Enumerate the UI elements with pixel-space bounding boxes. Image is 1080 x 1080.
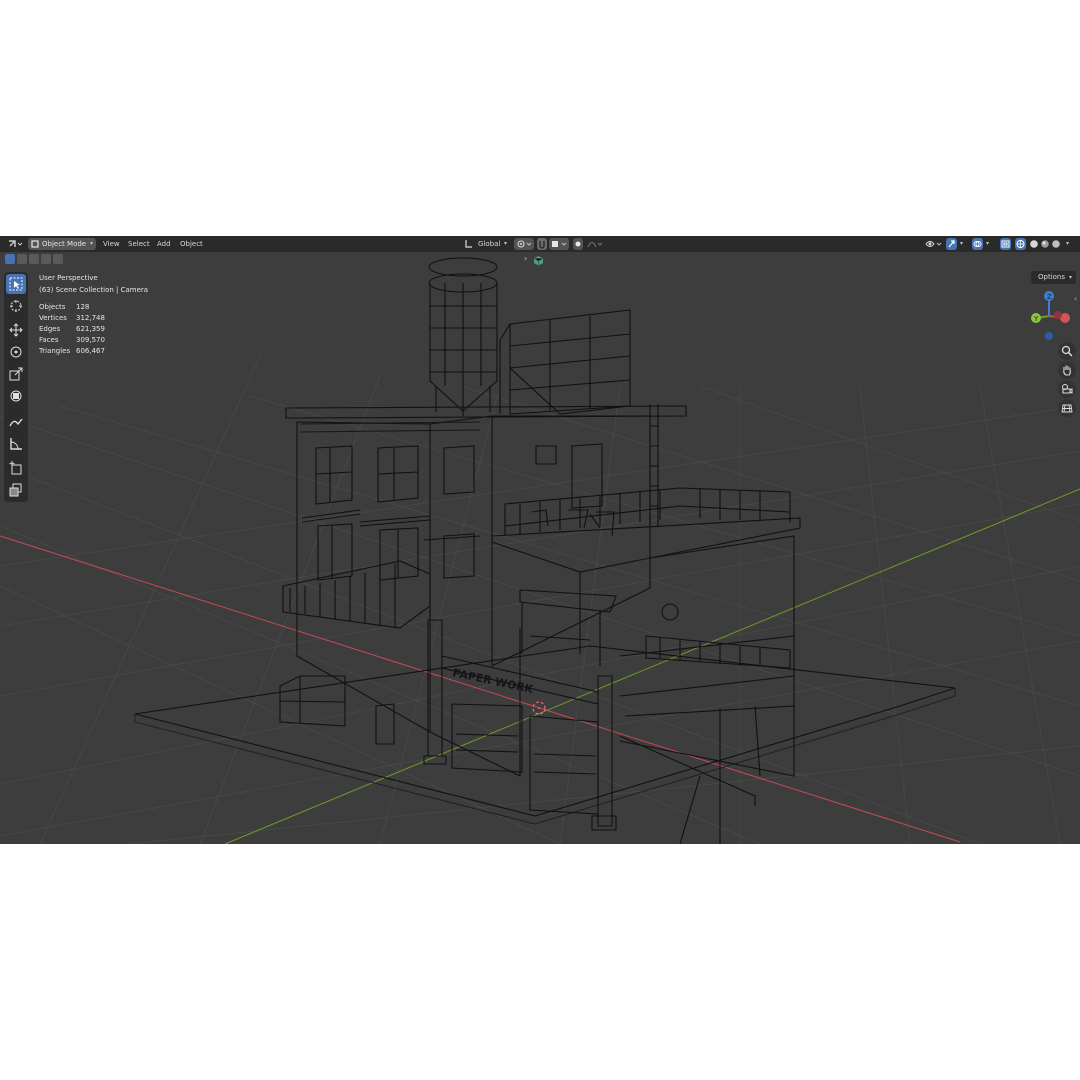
menu-view[interactable]: View [103,236,120,252]
options-dropdown[interactable]: Options ▾ [1031,271,1076,284]
stat-value: 312,748 [76,314,105,322]
orientation-icon [464,236,474,252]
stat-label: Edges [39,325,61,333]
snap-toggle-button[interactable] [537,238,547,250]
select-mode-invert[interactable] [41,254,51,264]
stat-value: 309,570 [76,336,105,344]
pan-hand-button[interactable] [1058,361,1076,379]
storefront-sign: PAPER WORK [451,666,534,696]
shading-solid-button[interactable] [1029,236,1039,252]
gizmo-toggle-button[interactable] [946,238,957,250]
select-mode-intersect[interactable] [53,254,63,264]
rotate-tool-button[interactable] [6,342,26,362]
add-cube-tool-button[interactable] [6,458,26,478]
falloff-icon[interactable] [586,236,604,252]
gizmo-y-label: Y [1033,315,1039,323]
chevron-down-icon: ▾ [89,240,93,247]
mode-dropdown[interactable]: Object Mode ▾ [28,238,96,250]
stat-label: Objects [39,303,66,311]
select-mode-extend[interactable] [17,254,27,264]
camera-view-button[interactable] [1058,380,1076,398]
snap-target-button[interactable] [549,238,569,250]
mode-label: Object Mode [42,240,87,248]
menu-select[interactable]: Select [128,236,150,252]
stat-value: 621,359 [76,325,105,333]
menu-add[interactable]: Add [157,236,171,252]
measure-tool-button[interactable] [6,434,26,454]
y-axis-line [224,488,1080,844]
chevron-right-icon: › [524,254,528,263]
xray-toggle-button[interactable] [1000,238,1011,250]
transform-orientation-dropdown[interactable]: Global [478,236,500,252]
toolbox [4,272,28,502]
collection-info-text: (63) Scene Collection | Camera [39,286,149,294]
options-label: Options [1038,273,1066,281]
grid-floor [0,355,1080,844]
pivot-point-button[interactable] [514,238,534,250]
stat-label: Faces [39,336,59,344]
stat-label: Triangles [39,347,71,355]
select-mode-subtract[interactable] [29,254,39,264]
menu-object[interactable]: Object [180,236,203,252]
shading-rendered-button[interactable] [1051,236,1061,252]
viewport-scene[interactable]: PAPER WORK [0,252,1080,844]
gizmo-z-label: Z [1047,293,1052,301]
stat-value: 606,467 [76,347,105,355]
blender-window: Object Mode ▾ View Select Add Object Glo… [0,236,1080,844]
transform-tool-button[interactable] [6,386,26,406]
chevron-down-icon: ▾ [986,240,990,247]
cursor-tool-button[interactable] [6,296,26,316]
building-wireframe [134,257,956,844]
stat-value: 128 [76,303,90,311]
view-name-text: User Perspective [39,274,98,282]
zoom-button[interactable] [1058,342,1076,360]
shading-material-button[interactable] [1040,236,1050,252]
3d-viewport[interactable]: PAPER WORK User Perspective (63) Scene C… [0,252,1080,844]
proportional-editing-button[interactable] [573,238,583,250]
overlays-toggle-button[interactable] [972,238,983,250]
annotate-tool-button[interactable] [6,412,26,432]
navigation-gizmo[interactable]: Z Y [1022,288,1078,344]
object-mode-icon [31,240,39,248]
extrude-tool-button[interactable] [6,480,26,500]
asset-shelf-toggle[interactable]: › [522,254,548,267]
shading-wireframe-button[interactable] [1015,238,1026,250]
chevron-down-icon: ▾ [960,240,964,247]
select-mode-new[interactable] [5,254,15,264]
viewport-header: Object Mode ▾ View Select Add Object Glo… [0,236,1080,252]
stat-label: Vertices [39,314,67,322]
chevron-down-icon: ▾ [1066,240,1070,247]
perspective-toggle-button[interactable] [1058,399,1076,417]
scale-tool-button[interactable] [6,364,26,384]
editor-type-icon[interactable] [6,236,24,252]
move-tool-button[interactable] [6,320,26,340]
visibility-icon[interactable] [924,236,944,252]
chevron-down-icon: ▾ [504,240,508,247]
cube-icon [533,256,544,266]
select-box-tool-button[interactable] [6,274,26,294]
chevron-down-icon: ▾ [1068,274,1072,281]
